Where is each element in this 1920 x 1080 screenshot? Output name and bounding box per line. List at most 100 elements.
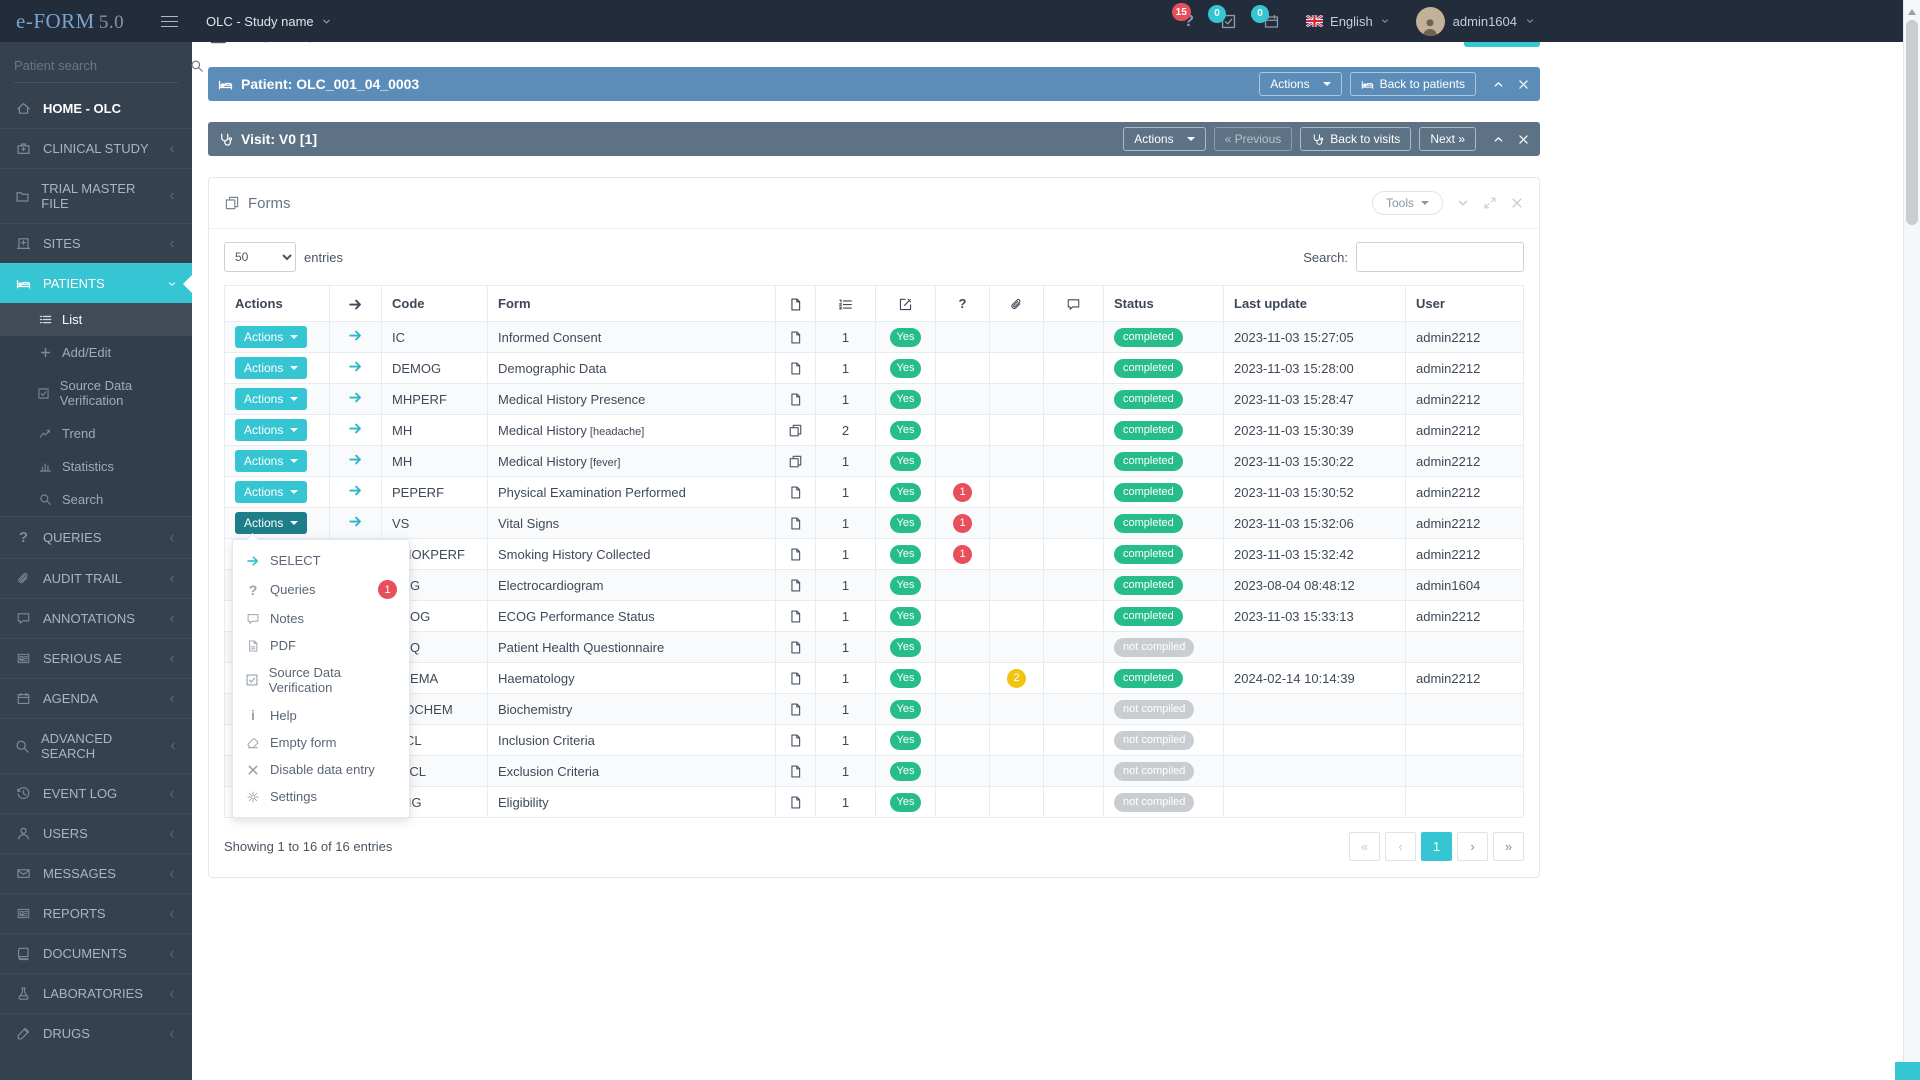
row-actions-label: Actions	[244, 516, 283, 530]
attachments-cell	[990, 539, 1044, 570]
form-label: Patient Health Questionnaire	[498, 640, 664, 655]
study-selector[interactable]: OLC - Study name	[206, 14, 332, 29]
user-menu[interactable]: admin1604	[1416, 7, 1535, 36]
user-cell	[1406, 725, 1524, 756]
quick-nav-toggle[interactable]	[1895, 1062, 1920, 1080]
sidebar-item-messages[interactable]: MESSAGES	[0, 853, 192, 893]
menu-item-source-data-verification[interactable]: Source Data Verification	[233, 659, 409, 701]
row-actions-button[interactable]: Actions	[235, 326, 307, 348]
sidebar-subitem-list[interactable]: List	[0, 303, 192, 336]
doc-type-cell	[776, 415, 816, 446]
data-entry-badge: Yes	[890, 452, 922, 471]
collapse-icon[interactable]	[1492, 78, 1505, 91]
row-actions-button[interactable]: Actions	[235, 512, 307, 534]
sidebar-toggle-icon[interactable]	[161, 12, 178, 31]
close-panel-icon[interactable]	[1510, 196, 1524, 210]
visit-actions-button[interactable]: Actions	[1123, 127, 1205, 151]
sidebar-item-label: LABORATORIES	[43, 986, 143, 1001]
patient-actions-button[interactable]: Actions	[1259, 72, 1341, 96]
scroll-up-arrow-icon[interactable]	[1908, 5, 1916, 15]
notes-cell	[1044, 601, 1104, 632]
menu-item-pdf[interactable]: PDF	[233, 632, 409, 659]
sidebar-item-reports[interactable]: REPORTS	[0, 893, 192, 933]
pager-button[interactable]: »	[1493, 832, 1524, 861]
sidebar-subitem-source-data-verification[interactable]: Source Data Verification	[0, 369, 192, 417]
sidebar-item-annotations[interactable]: ANNOTATIONS	[0, 598, 192, 638]
sidebar-item-users[interactable]: USERS	[0, 813, 192, 853]
eraser-icon	[245, 736, 261, 750]
close-icon[interactable]	[1517, 78, 1530, 91]
next-visit-button[interactable]: Next »	[1419, 127, 1476, 151]
sidebar-item-home-olc[interactable]: HOME - OLC	[0, 89, 192, 128]
previous-visit-button[interactable]: « Previous	[1214, 127, 1293, 151]
fullscreen-icon[interactable]	[1483, 196, 1497, 210]
page-scrollbar[interactable]	[1903, 0, 1920, 1080]
arrow-right-icon[interactable]	[348, 483, 363, 498]
arrow-right-icon[interactable]	[348, 421, 363, 436]
tools-button[interactable]: Tools	[1372, 191, 1443, 215]
sidebar-item-documents[interactable]: DOCUMENTS	[0, 933, 192, 973]
pager-button[interactable]: «	[1349, 832, 1380, 861]
page-icon	[788, 392, 803, 407]
sidebar-item-audit-trail[interactable]: AUDIT TRAIL	[0, 558, 192, 598]
menu-item-empty-form[interactable]: Empty form	[233, 729, 409, 756]
arrow-right-icon[interactable]	[348, 452, 363, 467]
arrow-right-icon[interactable]	[348, 514, 363, 529]
row-actions-button[interactable]: Actions	[235, 357, 307, 379]
pager-button[interactable]: ›	[1457, 832, 1488, 861]
sidebar-subitem-statistics[interactable]: Statistics	[0, 450, 192, 483]
scrollbar-thumb[interactable]	[1906, 20, 1918, 225]
close-icon[interactable]	[1517, 133, 1530, 146]
menu-item-select[interactable]: SELECT	[233, 547, 409, 574]
sidebar-item-trial-master-file[interactable]: TRIAL MASTER FILE	[0, 168, 192, 223]
row-actions-button[interactable]: Actions	[235, 419, 307, 441]
back-to-patients-button[interactable]: Back to patients	[1350, 72, 1476, 96]
column-arrow-right-header	[330, 286, 382, 322]
sidebar-subitem-search[interactable]: Search	[0, 483, 192, 516]
page-button-1[interactable]: 1	[1421, 832, 1452, 861]
help-notifications-icon[interactable]: ? 15	[1184, 11, 1194, 31]
attachments-cell	[990, 477, 1044, 508]
sidebar-item-queries[interactable]: ?QUERIES	[0, 516, 192, 558]
sidebar-item-clinical-study[interactable]: CLINICAL STUDY	[0, 128, 192, 168]
row-actions-button[interactable]: Actions	[235, 450, 307, 472]
row-actions-button[interactable]: Actions	[235, 388, 307, 410]
form-label: Inclusion Criteria	[498, 733, 595, 748]
sidebar-item-sites[interactable]: SITES	[0, 223, 192, 263]
table-search-input[interactable]	[1356, 242, 1524, 272]
collapse-icon[interactable]	[1492, 133, 1505, 146]
row-actions-button[interactable]: Actions	[235, 481, 307, 503]
arrow-right-icon[interactable]	[348, 328, 363, 343]
sidebar-item-drugs[interactable]: DRUGS	[0, 1013, 192, 1053]
sidebar-item-laboratories[interactable]: LABORATORIES	[0, 973, 192, 1013]
menu-item-queries[interactable]: ?Queries1	[233, 574, 409, 605]
sidebar-item-serious-ae[interactable]: SERIOUS AE	[0, 638, 192, 678]
page-size-select[interactable]: 50	[224, 242, 296, 272]
search-icon[interactable]	[190, 59, 204, 73]
pager-button[interactable]: ‹	[1385, 832, 1416, 861]
sidebar-subitem-add-edit[interactable]: Add/Edit	[0, 336, 192, 369]
agenda-icon[interactable]: 0	[1263, 13, 1280, 30]
arrow-right-icon[interactable]	[348, 359, 363, 374]
sidebar-item-event-log[interactable]: EVENT LOG	[0, 773, 192, 813]
queries-cell	[936, 725, 990, 756]
sidebar-item-label: DRUGS	[43, 1026, 90, 1041]
question-icon: ?	[245, 582, 261, 598]
messages-icon[interactable]: 0	[1220, 13, 1237, 30]
back-to-visits-label: Back to visits	[1330, 132, 1400, 146]
sidebar-item-agenda[interactable]: AGENDA	[0, 678, 192, 718]
back-to-visits-button[interactable]: Back to visits	[1300, 127, 1411, 151]
arrow-right-icon[interactable]	[348, 390, 363, 405]
sidebar-subitem-trend[interactable]: Trend	[0, 417, 192, 450]
menu-item-label: Queries	[270, 582, 316, 597]
language-selector[interactable]: English	[1306, 14, 1390, 29]
sidebar-item-patients[interactable]: PATIENTS	[0, 263, 192, 303]
sidebar-item-advanced-search[interactable]: ADVANCED SEARCH	[0, 718, 192, 773]
menu-item-notes[interactable]: Notes	[233, 605, 409, 632]
attachments-cell	[990, 725, 1044, 756]
patient-search-input[interactable]	[14, 58, 190, 73]
menu-item-disable-data-entry[interactable]: Disable data entry	[233, 756, 409, 783]
menu-item-settings[interactable]: Settings	[233, 783, 409, 810]
collapse-panel-icon[interactable]	[1456, 196, 1470, 210]
menu-item-help[interactable]: iHelp	[233, 701, 409, 729]
